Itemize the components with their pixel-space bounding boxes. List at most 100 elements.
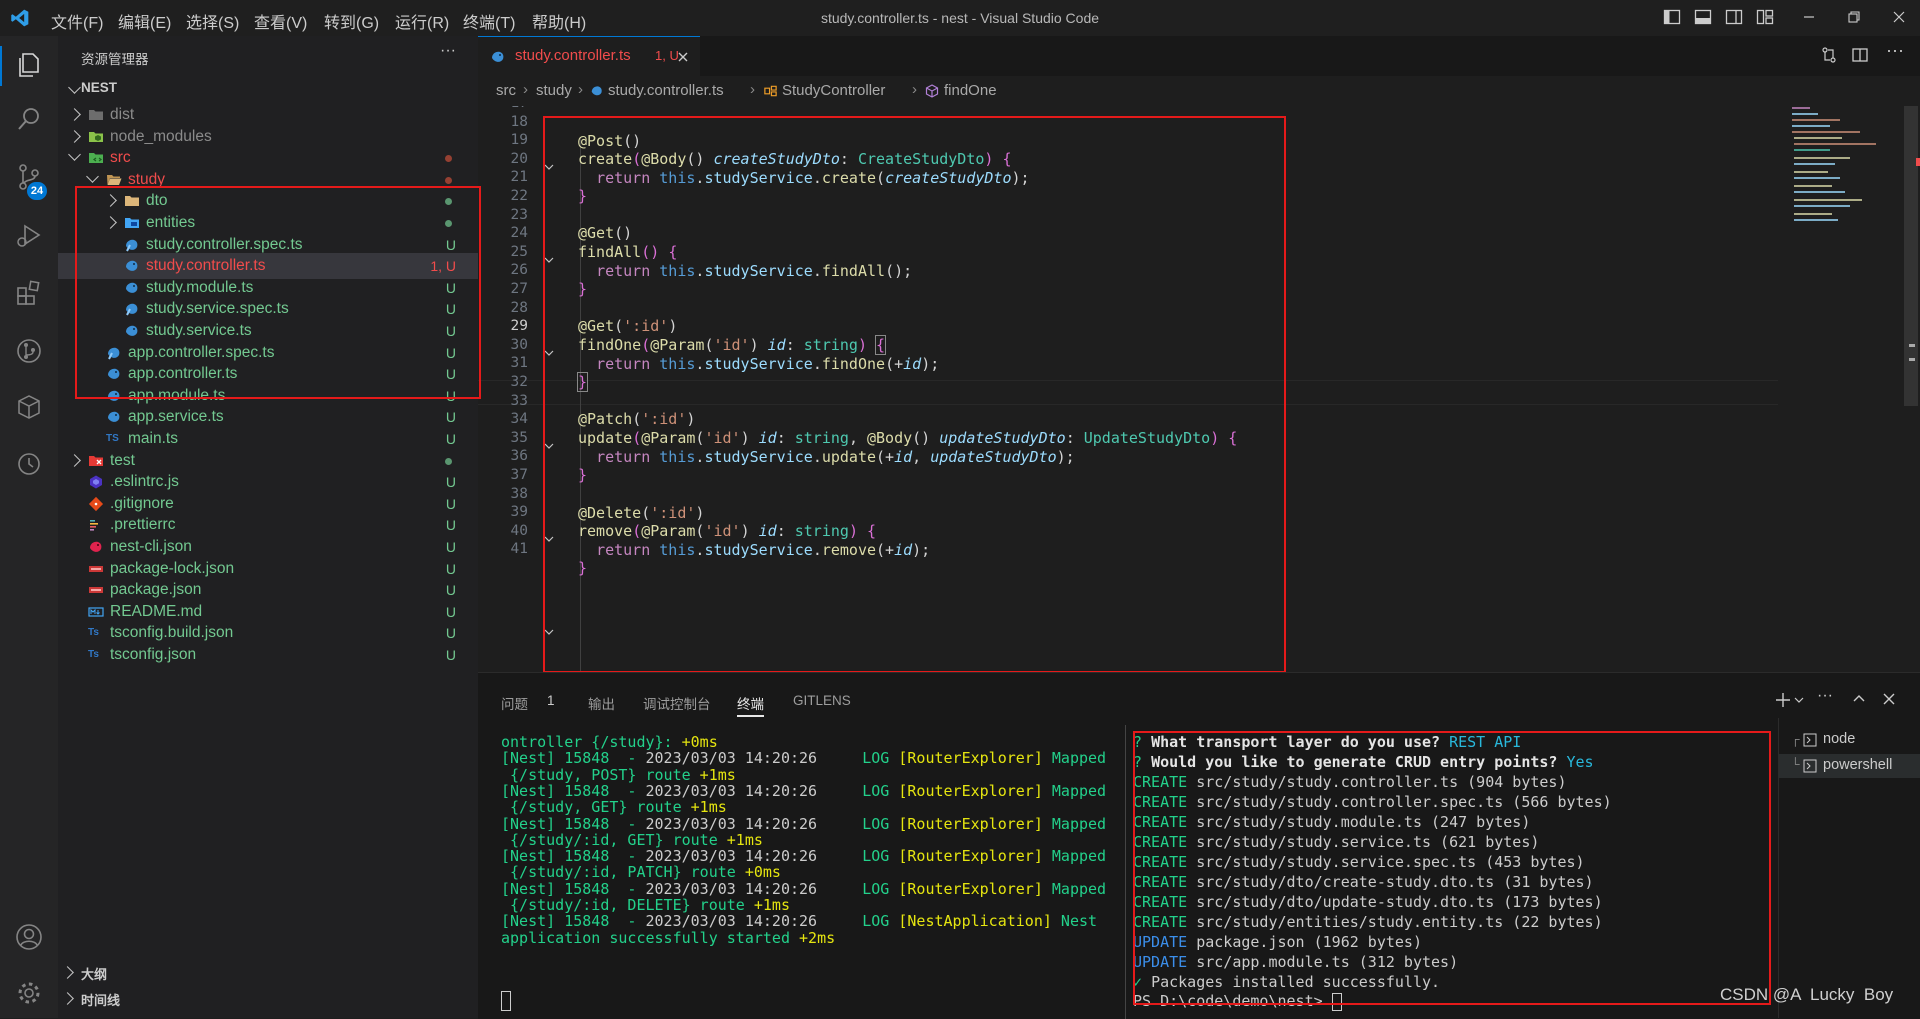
line-number: 38 xyxy=(510,485,528,502)
line-number: 25 xyxy=(510,243,528,260)
annotation-box-code xyxy=(543,116,1286,672)
breadcrumb-method[interactable]: findOne xyxy=(944,82,997,99)
toggle-panel-icon[interactable] xyxy=(1694,8,1712,26)
terminal-log-line: application successfully started +2ms xyxy=(501,928,836,947)
terminal-log-line: {/study, POST} route +1ms xyxy=(501,765,736,784)
timeline-section[interactable]: 时间线 xyxy=(58,986,478,1010)
breadcrumb-src[interactable]: src xyxy=(496,82,516,99)
line-number: 39 xyxy=(510,504,528,521)
minimap[interactable] xyxy=(1790,106,1900,236)
terminal-split-divider[interactable] xyxy=(1125,725,1126,1019)
line-number: 17 xyxy=(478,106,528,111)
typescript-file-icon: TS xyxy=(106,433,119,444)
run-debug-icon[interactable] xyxy=(14,220,44,250)
line-number: 33 xyxy=(510,392,528,409)
maximize-panel-icon[interactable] xyxy=(1851,691,1867,707)
menu-view[interactable]: 查看(V) xyxy=(254,9,307,33)
chevron-right-icon[interactable] xyxy=(68,453,81,467)
terminal-log-line: [Nest] 15848 - 2023/03/03 14:20:26 LOG [… xyxy=(501,781,1107,800)
tab-problems[interactable]: 问题 xyxy=(501,693,528,713)
minimize-icon[interactable] xyxy=(1800,8,1818,26)
git-status-dot xyxy=(445,457,452,465)
menu-run[interactable]: 运行(R) xyxy=(395,9,449,33)
git-status-dot xyxy=(445,176,452,184)
split-editor-icon[interactable] xyxy=(1851,46,1869,64)
chevron-right-icon[interactable] xyxy=(68,129,81,143)
restore-icon[interactable] xyxy=(1845,8,1863,26)
extensions-icon[interactable] xyxy=(14,278,44,308)
explorer-sidebar: 资源管理器 ··· NEST dist node_modules src study d… xyxy=(58,36,478,1018)
tab-close-icon[interactable] xyxy=(676,50,690,64)
menu-help[interactable]: 帮助(H) xyxy=(532,9,586,33)
line-number: 21 xyxy=(510,169,528,186)
explorer-icon[interactable] xyxy=(14,50,44,80)
panel-more-icon[interactable]: ··· xyxy=(1817,687,1833,705)
scm-count-badge: 24 xyxy=(27,182,47,200)
terminal-item-label: powershell xyxy=(1823,757,1893,773)
tab-label: study.controller.ts xyxy=(515,47,631,64)
timeline-label: 时间线 xyxy=(81,993,121,1008)
tab-gitlens[interactable]: GITLENS xyxy=(793,693,851,708)
new-terminal-plus-icon[interactable] xyxy=(1774,691,1792,709)
timeline-history-icon[interactable] xyxy=(14,448,44,478)
line-number: 20 xyxy=(510,150,528,167)
tab-terminal[interactable]: 终端 xyxy=(737,693,764,713)
code-editor[interactable]: 17 18 1920 21 22 23 2425 26 27 28 2930 31 32 33 3435 36… xyxy=(478,106,1898,672)
menu-edit[interactable]: 编辑(E) xyxy=(118,9,171,33)
workspace-root[interactable]: NEST xyxy=(58,78,478,100)
line-number: 18 xyxy=(510,113,528,130)
settings-gear-icon[interactable] xyxy=(14,978,44,1008)
outline-section[interactable]: 大纲 xyxy=(58,960,478,984)
terminal-item-powershell[interactable]: └ powershell xyxy=(1779,754,1920,778)
tab-study-controller[interactable]: study.controller.ts 1, U xyxy=(478,36,700,77)
node-terminal-output[interactable]: ontroller {/study}: +0ms [Nest] 15848 - 2… xyxy=(501,733,1111,1019)
terminal-log-line: ontroller {/study}: +0ms xyxy=(501,733,718,751)
editor-scrollbar[interactable] xyxy=(1904,106,1920,672)
toggle-secondary-sidebar-icon[interactable] xyxy=(1725,8,1743,26)
close-panel-icon[interactable] xyxy=(1881,691,1897,707)
breadcrumb-class[interactable]: StudyController xyxy=(782,82,885,99)
account-icon[interactable] xyxy=(14,922,44,952)
customize-layout-icon[interactable] xyxy=(1756,8,1774,26)
chevron-down-icon[interactable] xyxy=(68,148,81,162)
gitlens-icon[interactable] xyxy=(14,336,44,366)
src-folder-icon xyxy=(89,153,103,164)
toggle-sidebar-icon[interactable] xyxy=(1663,8,1681,26)
line-number: 31 xyxy=(510,355,528,372)
explorer-more-button[interactable]: ··· xyxy=(440,42,456,60)
bottom-panel: 问题 1 输出 调试控制台 终端 GITLENS ··· ontroller {… xyxy=(478,672,1920,1019)
line-number: 24 xyxy=(510,225,528,242)
activity-bar: 24 xyxy=(0,36,58,1018)
chevron-right-icon[interactable] xyxy=(68,108,81,121)
menu-terminal[interactable]: 终端(T) xyxy=(463,9,515,33)
breadcrumb-study[interactable]: study xyxy=(536,82,572,99)
terminal-dropdown-icon[interactable] xyxy=(1794,695,1804,705)
menu-selection[interactable]: 选择(S) xyxy=(186,9,239,33)
scrollbar-thumb[interactable] xyxy=(1904,106,1918,406)
tab-debug-console[interactable]: 调试控制台 xyxy=(643,693,711,713)
menu-file[interactable]: 文件(F) xyxy=(51,9,103,33)
annotation-box-terminal xyxy=(1133,731,1771,1005)
tree-item-tsconfig-file[interactable]: Ts tsconfig.json U xyxy=(58,642,478,668)
tab-output[interactable]: 输出 xyxy=(588,693,615,713)
chevron-down-icon[interactable] xyxy=(86,169,99,183)
test-folder-icon xyxy=(89,455,103,466)
line-number: 36 xyxy=(510,448,528,465)
remote-explorer-icon[interactable] xyxy=(14,392,44,422)
line-number: 26 xyxy=(510,262,528,279)
terminal-item-node[interactable]: ┌ node xyxy=(1779,728,1920,752)
line-number: 41 xyxy=(510,541,528,558)
terminal-list: ┌ node └ powershell xyxy=(1778,718,1920,1018)
terminal-log-line: {/study, GET} route +1ms xyxy=(501,798,727,817)
explorer-title: 资源管理器 xyxy=(81,52,149,67)
npm-file-icon xyxy=(89,565,103,572)
open-changes-icon[interactable] xyxy=(1820,46,1838,64)
breadcrumb-separator: › xyxy=(578,81,583,98)
breadcrumb-file[interactable]: study.controller.ts xyxy=(608,82,724,99)
editor-more-icon[interactable]: ··· xyxy=(1886,40,1904,61)
menu-goto[interactable]: 转到(G) xyxy=(324,9,379,33)
search-icon[interactable] xyxy=(14,104,44,134)
node-folder-icon xyxy=(89,131,103,142)
close-window-icon[interactable] xyxy=(1890,8,1908,26)
git-file-icon xyxy=(88,496,104,511)
